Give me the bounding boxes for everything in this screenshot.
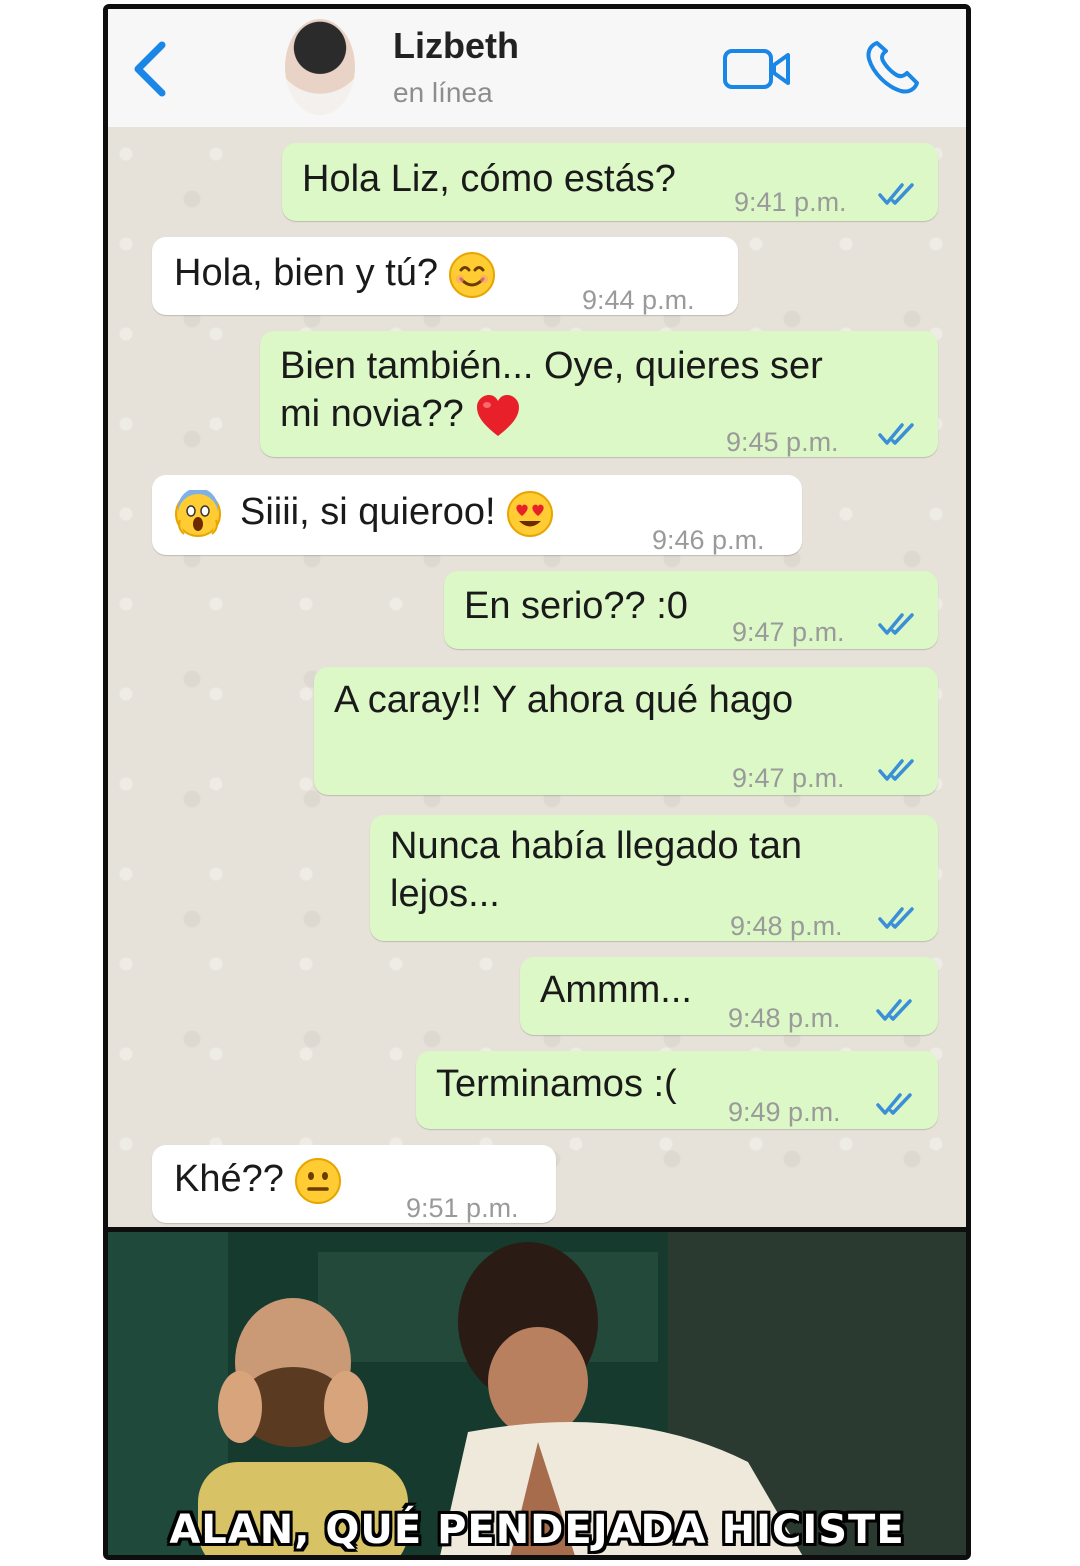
message-time: 9:41 p.m.	[734, 187, 847, 217]
message-text: Bien también... Oye, quieres ser	[280, 345, 823, 387]
message-time: 9:49 p.m.	[728, 1097, 841, 1127]
read-ticks-icon	[878, 613, 914, 635]
avatar[interactable]	[285, 19, 355, 115]
message-text: Ammm...	[540, 969, 692, 1011]
message-text: Siiii, si quieroo!	[240, 491, 496, 533]
message-time: 9:47 p.m.	[732, 617, 845, 647]
contact-name[interactable]: Lizbeth	[393, 25, 519, 67]
message-text: Nunca había llegado tan	[390, 825, 802, 867]
message-text: En serio?? :0	[464, 585, 688, 627]
message-time: 9:46 p.m.	[652, 525, 765, 555]
phone-frame: Lizbeth en línea Hola Liz, cómo estás? 9…	[103, 4, 971, 1560]
message-text: lejos...	[390, 873, 500, 915]
message-bubble-incoming[interactable]: Siiii, si quieroo! 9:46 p.m.	[152, 475, 802, 555]
message-text-row: Siiii, si quieroo!	[174, 489, 554, 538]
screaming-face-emoji	[175, 489, 221, 537]
heart-eyes-emoji	[506, 490, 553, 537]
read-ticks-icon	[876, 999, 912, 1021]
contact-status: en línea	[393, 77, 493, 108]
message-bubble-outgoing[interactable]: En serio?? :0 9:47 p.m.	[444, 571, 938, 649]
neutral-face-emoji	[294, 1157, 341, 1204]
message-text: Hola Liz, cómo estás?	[302, 158, 676, 200]
message-time: 9:44 p.m.	[582, 285, 695, 315]
chat-header: Lizbeth en línea	[108, 9, 966, 128]
message-bubble-outgoing[interactable]: Ammm... 9:48 p.m.	[520, 957, 938, 1035]
message-text: mi novia??	[280, 393, 464, 435]
chat-area[interactable]: Hola Liz, cómo estás? 9:41 p.m. Hola, bi…	[108, 127, 966, 1227]
message-bubble-outgoing[interactable]: Bien también... Oye, quieres ser mi novi…	[260, 331, 938, 457]
back-chevron-icon[interactable]	[130, 39, 170, 99]
meme-image: ALAN, QUÉ PENDEJADA HICISTE	[108, 1227, 966, 1555]
read-ticks-icon	[878, 907, 914, 929]
message-time: 9:45 p.m.	[726, 427, 839, 457]
message-time: 9:47 p.m.	[732, 763, 845, 793]
message-bubble-outgoing[interactable]: A caray!! Y ahora qué hago 9:47 p.m.	[314, 667, 938, 795]
message-time: 9:51 p.m.	[406, 1193, 519, 1223]
message-time: 9:48 p.m.	[730, 911, 843, 941]
read-ticks-icon	[876, 1093, 912, 1115]
smiling-face-emoji	[449, 251, 496, 298]
read-ticks-icon	[878, 759, 914, 781]
message-text-row: mi novia??	[280, 391, 522, 440]
message-text: A caray!! Y ahora qué hago	[334, 679, 794, 721]
meme-caption: ALAN, QUÉ PENDEJADA HICISTE	[169, 1507, 905, 1553]
message-bubble-incoming[interactable]: Hola, bien y tú? 9:44 p.m.	[152, 237, 738, 315]
message-bubble-outgoing[interactable]: Nunca había llegado tan lejos... 9:48 p.…	[370, 815, 938, 941]
message-bubble-incoming[interactable]: Khé?? 9:51 p.m.	[152, 1145, 556, 1223]
message-text: Terminamos :(	[436, 1063, 677, 1105]
message-text: Hola, bien y tú?	[174, 252, 439, 294]
read-ticks-icon	[878, 183, 914, 205]
message-text-row: Khé??	[174, 1156, 342, 1205]
message-bubble-outgoing[interactable]: Terminamos :( 9:49 p.m.	[416, 1051, 938, 1129]
message-time: 9:48 p.m.	[728, 1003, 841, 1033]
message-text: Khé??	[174, 1158, 284, 1200]
video-call-icon[interactable]	[722, 47, 792, 91]
message-text-row: Hola, bien y tú?	[174, 250, 496, 299]
red-heart-emoji	[476, 394, 519, 436]
read-ticks-icon	[878, 423, 914, 445]
message-bubble-outgoing[interactable]: Hola Liz, cómo estás? 9:41 p.m.	[282, 143, 938, 221]
phone-call-icon[interactable]	[863, 37, 923, 97]
